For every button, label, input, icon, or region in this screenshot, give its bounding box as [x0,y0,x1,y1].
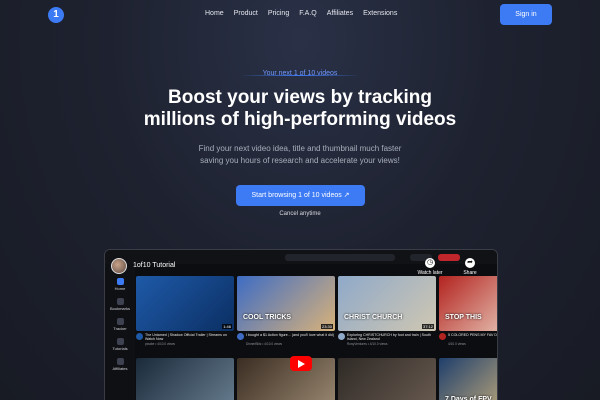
nav-link-product[interactable]: Product [234,10,258,17]
youtube-play-icon[interactable] [290,356,312,371]
channel-avatar[interactable] [111,258,127,274]
video-card[interactable] [338,358,436,400]
channel-avatar[interactable] [136,333,143,340]
clock-icon: ◷ [425,258,435,268]
hero-eyebrow: Your next 1 of 10 videos [262,70,338,77]
nav-links: Home Product Pricing F.A.Q Affiliates Ex… [205,10,397,17]
thumbnail-text: COOL TRICKS [243,314,292,321]
tutorials-icon [116,338,124,345]
video-duration: 37:12 [421,324,434,329]
video-title[interactable]: I bought a $1 Action figure... (and you'… [246,333,334,337]
video-overlay-tools: ◷ Watch later ➦ Share [417,258,483,276]
video-thumbnail[interactable] [136,358,234,400]
video-thumbnail[interactable] [338,358,436,400]
nav-link-pricing[interactable]: Pricing [268,10,289,17]
thumbnail-text: STOP THIS [445,314,482,321]
sidebar-item-bookmarks[interactable]: Bookmarks [105,298,135,311]
video-meta: I bought a $1 Action figure... (and you'… [237,333,335,355]
sidebar-item-tracker[interactable]: Tracker [105,318,135,331]
video-card[interactable]: 1:46 The Untamed | Shadow Official Traile… [136,276,234,355]
sidebar-item-label: Bookmarks [109,306,130,311]
video-stats: pixabe • 4/10.0 views [145,342,175,346]
video-meta: Exploring CHRISTCHURCH by foot and train… [338,333,436,355]
affiliates-icon [116,358,124,365]
video-thumbnail[interactable]: 1:46 [136,276,234,331]
video-thumbnail[interactable]: 7 Days of FPV [439,358,497,400]
sidebar-item-affiliates[interactable]: Affiliates [105,358,135,371]
brand-logo[interactable]: 1 [48,7,64,23]
cancel-anytime-note: Cancel anytime [279,211,321,217]
bookmark-icon [116,298,124,305]
video-title[interactable]: Exploring CHRISTCHURCH by foot and train… [347,333,435,342]
video-meta: 5 COLORED PENS MY FAV Designing 4/10.0 vi… [439,333,497,355]
sidebar-item-label: Affiliates [112,366,128,371]
thumbnail-text: 7 Days of FPV [445,396,492,400]
hero-headline: Boost your views by tracking millions of… [0,87,600,131]
sign-in-button[interactable]: Sign in [500,4,552,25]
sidebar-item-label: Home [114,286,126,291]
video-stats: DinnerBlitz • 4/10.0 views [246,342,283,346]
sidebar-item-label: Tracker [113,326,127,331]
video-card[interactable] [237,358,335,400]
hero-subtitle-line2: saving you hours of research and acceler… [200,156,400,165]
channel-avatar[interactable] [439,333,446,340]
video-duration: 1:46 [222,324,232,329]
nav-link-affiliates[interactable]: Affiliates [327,10,353,17]
channel-avatar[interactable] [237,333,244,340]
home-icon [116,278,124,285]
video-card[interactable]: COOL TRICKS 23:30 I bought a $1 Action fig… [237,276,335,355]
sidebar-item-label: Tutorials [112,346,128,351]
nav-link-extensions[interactable]: Extensions [363,10,397,17]
nav-link-faq[interactable]: F.A.Q [299,10,317,17]
watch-later-button[interactable]: ◷ Watch later [417,258,443,276]
video-thumbnail[interactable]: COOL TRICKS 23:30 [237,276,335,331]
hero-subtitle-line1: Find your next video idea, title and thu… [198,144,402,153]
channel-avatar[interactable] [338,333,345,340]
app-preview-window: Home Bookmarks Tracker Tutorials Affilia… [104,249,498,400]
hero-subtitle: Find your next video idea, title and thu… [0,143,600,167]
video-stats: 4/10.0 views [448,342,466,346]
nav-link-home[interactable]: Home [205,10,224,17]
video-card[interactable] [136,358,234,400]
sidebar-item-home[interactable]: Home [105,278,135,291]
hero-headline-line2: millions of high-performing videos [143,109,457,130]
thumbnail-text: CHRIST CHURCH [344,314,403,321]
video-stats: RosyVentures • 4/10.0 views [347,342,388,346]
app-search-input[interactable] [285,254,395,261]
video-title[interactable]: 5 COLORED PENS MY FAV Designing [448,333,497,337]
share-button[interactable]: ➦ Share [457,258,483,276]
video-overlay-title: 1of10 Tutorial [133,262,176,269]
start-browsing-button[interactable]: Start browsing 1 of 10 videos ↗ [236,185,365,206]
video-title[interactable]: The Untamed | Shadow Official Trailer | … [145,333,233,342]
video-card[interactable]: 7 Days of FPV [439,358,497,400]
video-duration: 23:30 [320,324,333,329]
video-thumbnail[interactable] [237,358,335,400]
app-sidebar: Home Bookmarks Tracker Tutorials Affilia… [105,264,135,400]
video-meta: The Untamed | Shadow Official Trailer | … [136,333,234,355]
tracker-icon [116,318,124,325]
video-card[interactable]: CHRIST CHURCH 37:12 Exploring CHRISTCHURCH… [338,276,436,355]
hero-headline-line1: Boost your views by tracking [168,87,432,108]
video-thumbnail[interactable]: CHRIST CHURCH 37:12 [338,276,436,331]
video-thumbnail[interactable]: STOP THIS5:56 [439,276,497,331]
share-icon: ➦ [465,258,475,268]
video-card[interactable]: STOP THIS5:565 COLORED PENS MY FAV Desig… [439,276,497,355]
sidebar-item-tutorials[interactable]: Tutorials [105,338,135,351]
top-nav: 1 Home Product Pricing F.A.Q Affiliates … [0,0,600,30]
